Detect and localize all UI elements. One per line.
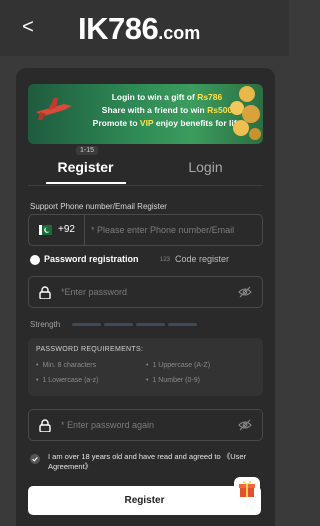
coins-icon xyxy=(230,86,261,140)
phone-input[interactable]: * Please enter Phone number/Email xyxy=(91,225,259,235)
requirement-item: 1 Number (0-9) xyxy=(146,377,199,384)
lock-icon xyxy=(39,419,51,432)
agreement-text[interactable]: I am over 18 years old and have read and… xyxy=(48,452,258,471)
password-requirements: PASSWORD REQUIREMENTS: Min. 8 characters… xyxy=(28,338,263,396)
strength-segment xyxy=(136,323,165,326)
tabs-divider xyxy=(28,185,263,186)
country-code[interactable]: +92 xyxy=(58,224,75,235)
register-button[interactable]: Register xyxy=(28,486,261,515)
logo-main: IK786 xyxy=(78,11,159,46)
requirement-item: Min. 8 characters xyxy=(36,362,96,369)
password-field[interactable]: *Enter password xyxy=(28,276,263,308)
sms-icon: 123 xyxy=(160,256,171,263)
register-card: Login to win a gift of Rs786 Share with … xyxy=(16,68,275,526)
registration-mode: Password registration 123 Code register xyxy=(30,254,265,270)
requirements-title: PASSWORD REQUIREMENTS: xyxy=(36,346,144,353)
tab-login[interactable]: Login xyxy=(148,156,263,186)
pakistan-flag-icon xyxy=(39,225,52,235)
requirement-item: 1 Lowercase (a-z) xyxy=(36,377,98,384)
password-input[interactable]: *Enter password xyxy=(61,287,221,297)
agreement-row: I am over 18 years old and have read and… xyxy=(30,452,265,472)
code-register-option[interactable]: 123 Code register xyxy=(160,254,229,264)
check-icon[interactable] xyxy=(30,454,40,464)
eye-off-icon[interactable] xyxy=(238,419,252,431)
banner-page-indicator: 1-15 xyxy=(76,146,99,155)
strength-segment xyxy=(72,323,101,326)
top-bar: < IK786.com xyxy=(0,0,289,56)
active-tab-indicator xyxy=(46,182,126,184)
site-logo: IK786.com xyxy=(78,11,201,46)
auth-tabs: Register Login xyxy=(28,156,263,186)
strength-segment xyxy=(168,323,197,326)
requirement-item: 1 Uppercase (A-Z) xyxy=(146,362,210,369)
logo-suffix: .com xyxy=(158,23,201,43)
back-button[interactable]: < xyxy=(18,16,38,38)
back-icon: < xyxy=(22,16,34,38)
phone-field[interactable]: +92 * Please enter Phone number/Email xyxy=(28,214,263,246)
lock-icon xyxy=(39,286,51,299)
strength-label: Strength xyxy=(30,320,61,329)
phone-field-label: Support Phone number/Email Register xyxy=(30,202,167,211)
password-registration-option[interactable]: Password registration xyxy=(30,254,139,265)
confirm-password-field[interactable]: * Enter password again xyxy=(28,409,263,441)
promo-banner[interactable]: Login to win a gift of Rs786 Share with … xyxy=(28,84,263,144)
selected-radio-icon xyxy=(30,254,40,265)
phone-divider xyxy=(84,215,85,245)
eye-off-icon[interactable] xyxy=(238,286,252,298)
gift-icon[interactable] xyxy=(233,476,261,502)
strength-segment xyxy=(104,323,133,326)
confirm-password-input[interactable]: * Enter password again xyxy=(61,420,221,430)
